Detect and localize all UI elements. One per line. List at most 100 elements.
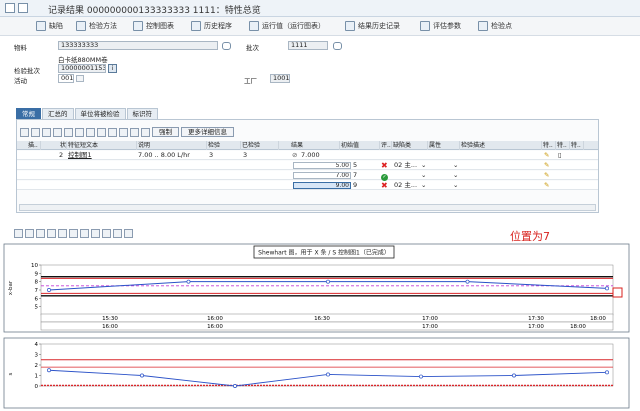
- note-icon[interactable]: ✎: [544, 161, 549, 170]
- note-icon[interactable]: ✎: [544, 181, 549, 190]
- col-header: 特..: [542, 141, 556, 150]
- operation-field[interactable]: 0010: [58, 74, 74, 83]
- grid-deselect-icon[interactable]: [42, 127, 51, 137]
- table-row[interactable]: 9.00 9 ✖ 02 主... ⌄ ⌄ ✎: [17, 181, 598, 190]
- data-point: [419, 374, 423, 379]
- result-input[interactable]: 9.00: [293, 182, 351, 189]
- toolbar-result-history-button[interactable]: 结果历史记录: [345, 19, 400, 33]
- y-tick-label: 4: [35, 342, 39, 348]
- control-chart: Shewhart 图，用于 X 条 / S 控制图1（已完成） x-bar 5 6…: [3, 243, 630, 409]
- grid-select-all-icon[interactable]: [31, 127, 40, 137]
- result-value: 7.000: [301, 151, 320, 159]
- inspect-count: 3: [209, 151, 214, 159]
- document-icon[interactable]: ▯: [558, 151, 562, 160]
- chevron-down-icon[interactable]: ⌄: [421, 161, 426, 170]
- data-point: [465, 279, 470, 284]
- col-header: 检验描述: [460, 141, 542, 150]
- menu-icon[interactable]: [18, 3, 28, 13]
- table-row[interactable]: 7.00 7 ✓ ⌄ ⌄ ✎: [17, 171, 598, 181]
- grid-collapse-icon[interactable]: [64, 127, 73, 137]
- col-header: 检验: [207, 141, 241, 150]
- toolbar-history-program-button[interactable]: 历史程序: [191, 19, 232, 33]
- toolbar-evaluation-button[interactable]: 评估参数: [420, 19, 461, 33]
- data-point: [605, 286, 609, 291]
- operation-label: 活动: [14, 77, 27, 85]
- toolbar-defects-button[interactable]: 缺陷: [36, 19, 63, 33]
- grid-filter-icon[interactable]: [130, 127, 139, 137]
- characteristic-text[interactable]: 控制图1: [68, 151, 92, 160]
- info-icon[interactable]: i: [108, 64, 117, 73]
- grid-sort-icon[interactable]: [141, 127, 150, 137]
- grid-down-icon[interactable]: [86, 127, 95, 137]
- tab-identifier[interactable]: 标识符: [126, 108, 158, 119]
- result-input[interactable]: 5.00: [293, 162, 351, 169]
- grid-expand-icon[interactable]: [53, 127, 62, 137]
- y-tick-label: 3: [35, 353, 39, 359]
- glasses-icon[interactable]: [222, 42, 231, 50]
- date-tick-label: 18:00: [570, 324, 586, 330]
- operation-dropdown[interactable]: [76, 75, 84, 82]
- window-title: 记录结果 000000000133333333 1111：特性总览: [48, 6, 261, 16]
- data-point: [47, 368, 51, 373]
- y-tick-label: 2: [35, 363, 39, 369]
- chart-icon: [249, 21, 259, 31]
- grid-lock-icon[interactable]: [97, 127, 106, 137]
- chart-grid-icon[interactable]: [25, 229, 34, 238]
- tab-units[interactable]: 单位将被检验: [74, 108, 126, 119]
- chevron-down-icon[interactable]: ⌄: [421, 181, 426, 190]
- toolbar-run-chart-button[interactable]: 运行值（运行图表）: [249, 19, 325, 33]
- chevron-down-icon[interactable]: ⌄: [453, 161, 458, 170]
- chart-export-icon[interactable]: [80, 229, 89, 238]
- chevron-down-icon[interactable]: ⌄: [453, 171, 458, 180]
- table-row[interactable]: 2 控制图1 7.00 .. 8.00 L/hr 3 3 ⊘ 7.000 ✎ ▯: [17, 151, 598, 160]
- note-icon[interactable]: ✎: [544, 171, 549, 180]
- toolbar-method-button[interactable]: 检验方法: [76, 19, 117, 33]
- chart-tools-icon[interactable]: [91, 229, 100, 238]
- chart-move-icon[interactable]: [14, 229, 23, 238]
- chart-print-icon[interactable]: [113, 229, 122, 238]
- back-icon[interactable]: [5, 3, 15, 13]
- col-header: 特..: [556, 141, 570, 150]
- col-header: 缺陷类: [392, 141, 428, 150]
- note-icon[interactable]: ✎: [544, 151, 549, 160]
- plant-label: 工厂: [244, 77, 257, 85]
- tab-summary[interactable]: 汇总的: [42, 108, 74, 119]
- result-input[interactable]: 7.00: [293, 172, 351, 179]
- date-tick-label: 16:00: [207, 324, 223, 330]
- grid-valuation-icon[interactable]: [119, 127, 128, 137]
- chart-settings-icon[interactable]: [102, 229, 111, 238]
- app-toolbar: 缺陷 检验方法 控制图表 历史程序 运行值（运行图表） 结果历史记录 评估参数 …: [0, 17, 640, 36]
- chart-table-icon[interactable]: [36, 229, 45, 238]
- inspection-lot-label: 检验批次: [14, 67, 40, 75]
- chart-refresh-icon[interactable]: [47, 229, 56, 238]
- tab-general[interactable]: 常规: [16, 108, 41, 119]
- grid-unlock-icon[interactable]: [108, 127, 117, 137]
- force-button[interactable]: 强制: [152, 127, 179, 137]
- inspection-lot-field[interactable]: 10000001153: [58, 64, 106, 73]
- y-tick-label: 7: [35, 288, 39, 294]
- chevron-down-icon[interactable]: ⌄: [421, 171, 426, 180]
- toolbar-inspection-point-button[interactable]: 检验点: [478, 19, 512, 33]
- col-header: 特..: [570, 141, 584, 150]
- material-field[interactable]: 133333333: [58, 41, 218, 50]
- data-point: [233, 384, 237, 388]
- chevron-down-icon[interactable]: ⌄: [453, 181, 458, 190]
- data-point: [326, 372, 330, 377]
- chart-color-icon[interactable]: [124, 229, 133, 238]
- table-row[interactable]: 5.00 5 ✖ 02 主... ⌄ ⌄ ✎: [17, 161, 598, 170]
- plant-field[interactable]: 1001: [270, 74, 290, 83]
- document-icon: [191, 21, 201, 31]
- chart-zoom-icon[interactable]: [58, 229, 67, 238]
- glasses-icon[interactable]: [333, 42, 342, 50]
- y-tick-label: 6: [35, 296, 39, 302]
- xbar-axis-label: x-bar: [8, 280, 14, 295]
- reject-icon: ✖: [381, 161, 388, 170]
- chart-copy-icon[interactable]: [69, 229, 78, 238]
- grid-up-icon[interactable]: [75, 127, 84, 137]
- horizontal-scrollbar[interactable]: [19, 204, 596, 211]
- toolbar-control-chart-button[interactable]: 控制图表: [133, 19, 174, 33]
- grid-details-icon[interactable]: [20, 127, 29, 137]
- more-details-button[interactable]: 更多详细信息: [181, 127, 234, 137]
- batch-field[interactable]: 1111: [288, 41, 328, 50]
- original-value: 7: [353, 171, 358, 179]
